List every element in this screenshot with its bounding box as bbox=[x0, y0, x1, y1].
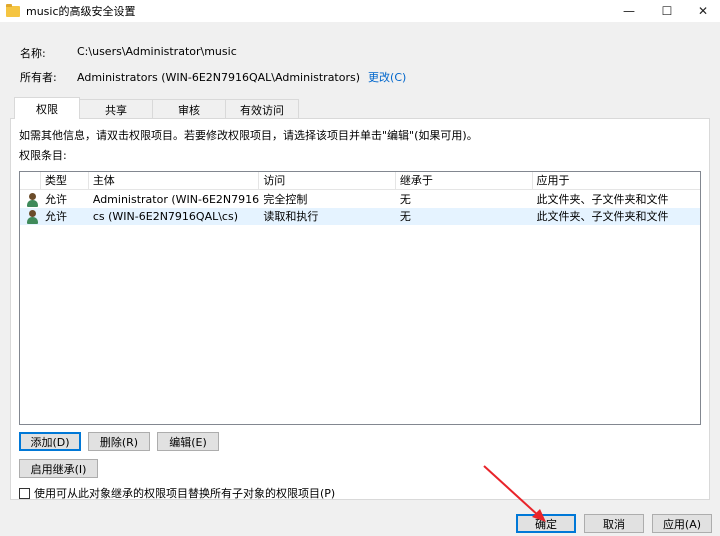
row-inherited: 无 bbox=[399, 210, 411, 223]
owner-label: 所有者: bbox=[20, 71, 57, 84]
tab-label: 权限 bbox=[36, 102, 58, 116]
user-icon bbox=[25, 208, 41, 225]
column-inherited[interactable]: 继承于 bbox=[396, 172, 533, 190]
cancel-button[interactable]: 取消 bbox=[584, 514, 644, 533]
row-inherited: 无 bbox=[399, 193, 411, 206]
name-label: 名称: bbox=[20, 47, 46, 60]
replace-checkbox[interactable] bbox=[19, 487, 30, 499]
tab-label: 共享 bbox=[105, 103, 127, 117]
hint-text: 如需其他信息，请双击权限项目。若要修改权限项目，请选择该项目并单击"编辑"(如果… bbox=[19, 129, 478, 142]
list-header: 类型 主体 访问 继承于 应用于 bbox=[20, 172, 700, 190]
dialog-content: 名称: C:\users\Administrator\music 所有者: Ad… bbox=[0, 22, 720, 536]
tab-effective-access[interactable]: 有效访问 bbox=[225, 99, 299, 119]
replace-checkbox-label: 使用可从此对象继承的权限项目替换所有子对象的权限项目(P) bbox=[34, 487, 336, 500]
folder-icon bbox=[6, 3, 20, 17]
row-principal: cs (WIN-6E2N7916QAL\cs) bbox=[92, 210, 239, 223]
owner-change-link[interactable]: 更改(C) bbox=[368, 69, 406, 85]
owner-value: Administrators (WIN-6E2N7916QAL\Administ… bbox=[77, 70, 361, 84]
add-button[interactable]: 添加(D) bbox=[19, 432, 81, 451]
row-principal: Administrator (WIN-6E2N7916Q... bbox=[92, 193, 260, 206]
title-bar: music的高级安全设置 — ☐ ✕ bbox=[0, 0, 720, 22]
tab-label: 有效访问 bbox=[240, 103, 284, 117]
row-access: 完全控制 bbox=[263, 193, 308, 206]
table-row[interactable]: 允许 Administrator (WIN-6E2N7916Q... 完全控制 … bbox=[20, 191, 700, 208]
permission-entries-list[interactable]: 类型 主体 访问 继承于 应用于 允许 Administrator (WIN-6… bbox=[19, 171, 701, 425]
ok-button[interactable]: 确定 bbox=[516, 514, 576, 533]
window-title: music的高级安全设置 bbox=[26, 5, 136, 18]
replace-permissions-option[interactable]: 使用可从此对象继承的权限项目替换所有子对象的权限项目(P) bbox=[19, 485, 335, 501]
column-applies[interactable]: 应用于 bbox=[533, 172, 701, 190]
apply-button[interactable]: 应用(A) bbox=[652, 514, 712, 533]
owner-row: Administrators (WIN-6E2N7916QAL\Administ… bbox=[77, 69, 406, 85]
tab-permissions[interactable]: 权限 bbox=[14, 97, 80, 119]
column-access[interactable]: 访问 bbox=[259, 172, 396, 190]
row-access: 读取和执行 bbox=[263, 210, 319, 223]
row-applies: 此文件夹、子文件夹和文件 bbox=[536, 210, 669, 223]
user-icon bbox=[25, 191, 41, 208]
edit-button[interactable]: 编辑(E) bbox=[157, 432, 219, 451]
permissions-panel: 如需其他信息，请双击权限项目。若要修改权限项目，请选择该项目并单击"编辑"(如果… bbox=[10, 118, 710, 500]
column-type[interactable]: 类型 bbox=[41, 172, 89, 190]
column-principal[interactable]: 主体 bbox=[89, 172, 260, 190]
table-row[interactable]: 允许 cs (WIN-6E2N7916QAL\cs) 读取和执行 无 此文件夹、… bbox=[20, 208, 700, 225]
tab-label: 审核 bbox=[178, 103, 200, 117]
row-type: 允许 bbox=[45, 193, 67, 206]
maximize-button[interactable]: ☐ bbox=[650, 0, 684, 22]
entries-label: 权限条目: bbox=[19, 149, 67, 162]
tab-audit[interactable]: 审核 bbox=[152, 99, 226, 119]
row-applies: 此文件夹、子文件夹和文件 bbox=[536, 193, 669, 206]
row-type: 允许 bbox=[45, 210, 67, 223]
minimize-button[interactable]: — bbox=[612, 0, 646, 22]
column-icon bbox=[20, 172, 41, 190]
name-value: C:\users\Administrator\music bbox=[77, 45, 237, 58]
remove-button[interactable]: 删除(R) bbox=[88, 432, 150, 451]
tab-share[interactable]: 共享 bbox=[79, 99, 153, 119]
close-button[interactable]: ✕ bbox=[686, 0, 720, 22]
enable-inheritance-button[interactable]: 启用继承(I) bbox=[19, 459, 98, 478]
tab-strip: 权限 共享 审核 有效访问 bbox=[14, 97, 299, 119]
